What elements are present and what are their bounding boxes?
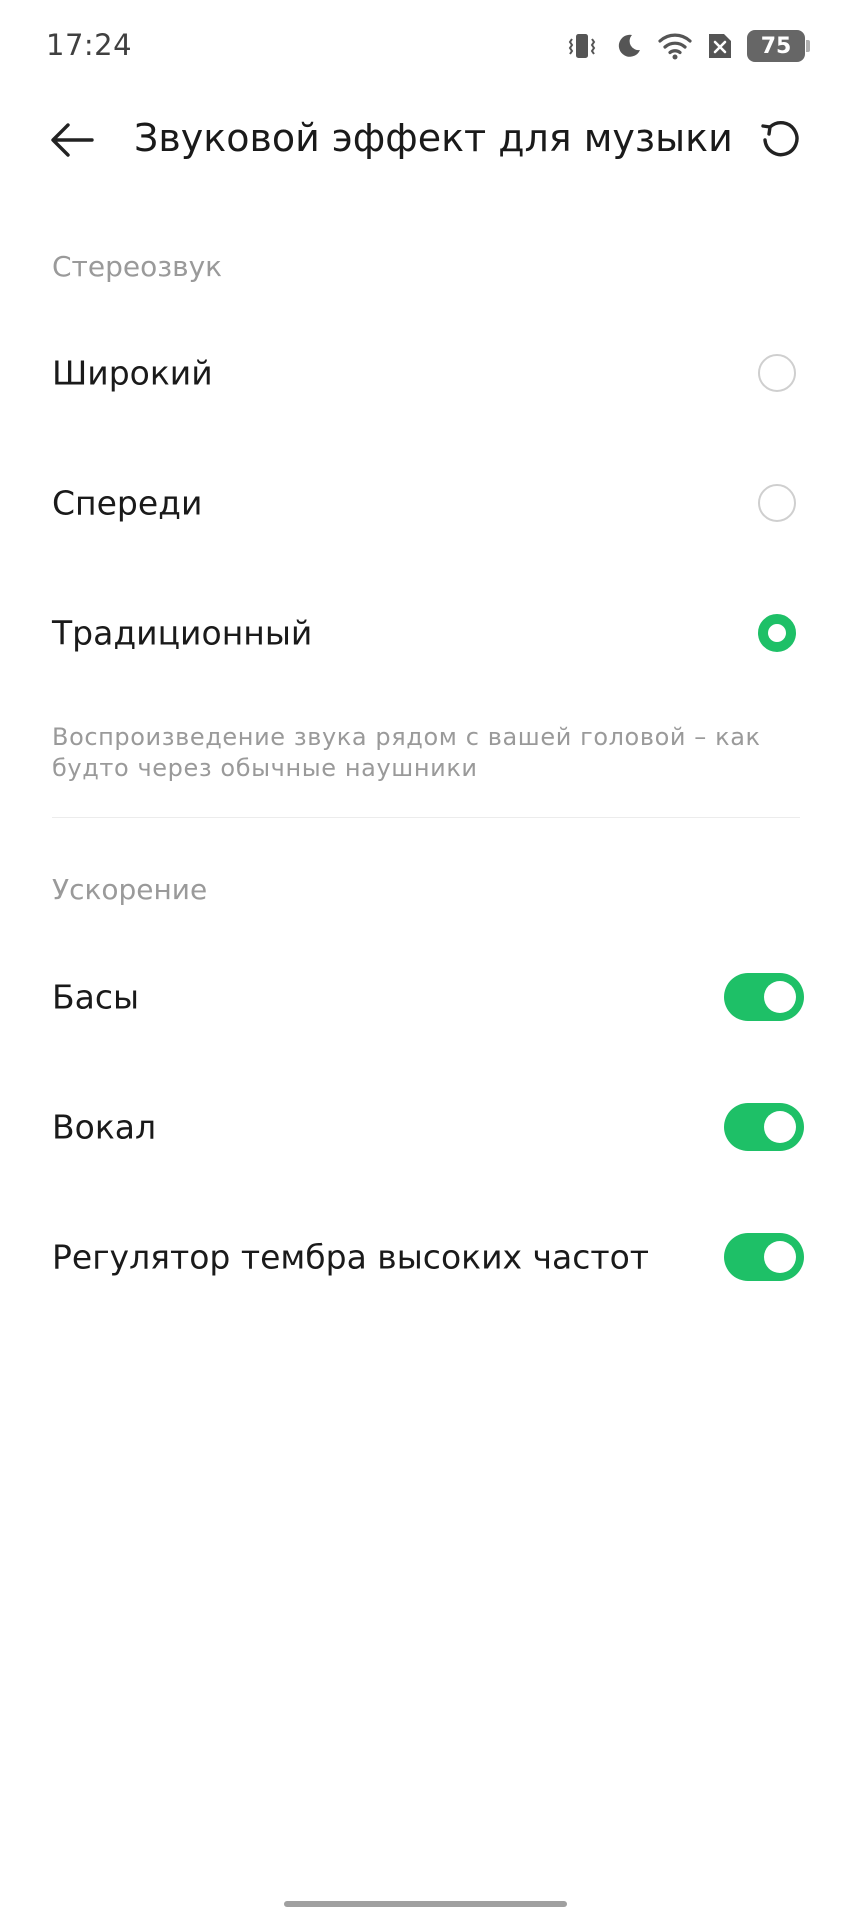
toggle-knob xyxy=(764,1111,796,1143)
section-header-boost: Ускорение xyxy=(52,873,208,906)
arrow-left-icon xyxy=(48,120,96,164)
treble-toggle[interactable] xyxy=(724,1233,804,1281)
reset-icon xyxy=(758,118,802,166)
radio-button[interactable] xyxy=(758,354,796,392)
radio-button[interactable] xyxy=(758,484,796,522)
radio-option-front[interactable]: Спереди xyxy=(0,448,851,558)
battery-icon: 75 xyxy=(747,30,810,62)
radio-button-selected[interactable] xyxy=(758,614,796,652)
toggle-label: Вокал xyxy=(52,1107,157,1147)
status-icons: 75 xyxy=(565,26,810,66)
back-button[interactable] xyxy=(44,114,100,170)
battery-level: 75 xyxy=(760,33,792,59)
radio-option-label: Широкий xyxy=(52,353,213,393)
radio-option-label: Традиционный xyxy=(52,613,313,653)
no-sim-icon xyxy=(707,31,733,61)
stereo-description: Воспроизведение звука рядом с вашей голо… xyxy=(52,723,761,782)
radio-option-wide[interactable]: Широкий xyxy=(0,318,851,428)
toggle-knob xyxy=(764,981,796,1013)
section-header-stereo: Стереозвук xyxy=(52,250,223,283)
status-bar: 17:24 75 xyxy=(0,0,851,92)
radio-option-traditional[interactable]: Традиционный xyxy=(0,578,851,688)
vocal-toggle[interactable] xyxy=(724,1103,804,1151)
toggle-label: Регулятор тембра высоких частот xyxy=(52,1237,650,1277)
header: Звуковой эффект для музыки xyxy=(0,92,851,192)
toggle-row-bass[interactable]: Басы xyxy=(0,942,851,1052)
radio-option-label: Спереди xyxy=(52,483,203,523)
home-indicator[interactable] xyxy=(284,1901,567,1907)
wifi-icon xyxy=(657,31,693,61)
bass-toggle[interactable] xyxy=(724,973,804,1021)
toggle-row-vocal[interactable]: Вокал xyxy=(0,1072,851,1182)
toggle-knob xyxy=(764,1241,796,1273)
vibrate-icon xyxy=(565,31,599,61)
reset-button[interactable] xyxy=(752,114,808,170)
toggle-row-treble[interactable]: Регулятор тембра высоких частот xyxy=(0,1202,851,1312)
moon-icon xyxy=(613,31,643,61)
toggle-label: Басы xyxy=(52,977,140,1017)
page-title: Звуковой эффект для музыки xyxy=(134,116,733,160)
status-time: 17:24 xyxy=(46,28,133,62)
section-divider xyxy=(52,817,800,818)
